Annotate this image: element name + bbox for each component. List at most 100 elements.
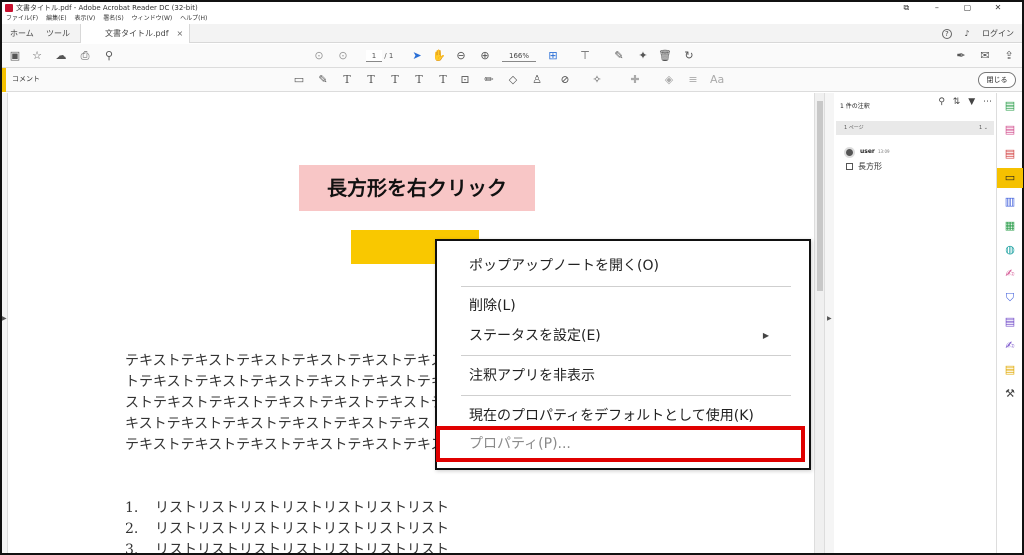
- send-for-signature-icon[interactable]: ✍: [1003, 339, 1017, 353]
- fit-page-icon[interactable]: ⊞: [546, 49, 560, 63]
- replace-text-icon[interactable]: T: [388, 73, 402, 87]
- search-icon[interactable]: ⚲: [102, 49, 116, 63]
- stamp-tool-icon[interactable]: ✦: [636, 49, 650, 63]
- save-icon[interactable]: ▣: [8, 49, 22, 63]
- comment-toolbar: コメント ▭ ✎ T T T T T ⊡ ✏ ◇ ♙ ⊘ ✧ ✚ ◈ ≡ Aa …: [2, 68, 1022, 92]
- select-cursor-icon[interactable]: ➤: [410, 49, 424, 63]
- hand-tool-icon[interactable]: ✋: [432, 49, 446, 63]
- prev-page-icon[interactable]: ⊙: [312, 49, 326, 63]
- highlight-pen-icon[interactable]: ✎: [316, 73, 330, 87]
- comment-tool-icon[interactable]: ▭: [1003, 171, 1017, 185]
- expand-left-icon[interactable]: ▶: [2, 315, 7, 322]
- menu-item-open-popup[interactable]: ポップアップノートを開く(O): [469, 255, 659, 277]
- font-style-icon[interactable]: Aa: [710, 73, 724, 87]
- maximize-button[interactable]: ▢: [953, 2, 981, 14]
- pencil-icon[interactable]: ✏: [482, 73, 496, 87]
- zoom-level-select[interactable]: 166%: [502, 50, 536, 62]
- edit-pdf-icon[interactable]: ▤: [1003, 147, 1017, 161]
- comments-page-count: 1 ⌄: [979, 125, 988, 131]
- print-icon[interactable]: ⎙: [78, 49, 92, 63]
- sign-icon[interactable]: ✒: [954, 49, 968, 63]
- right-panel-toggle[interactable]: ▶: [824, 93, 834, 553]
- paragraph-line: ストテキストテキストテキストテキストテキストテキ: [125, 395, 445, 411]
- bell-icon[interactable]: ♪: [964, 29, 969, 38]
- next-page-icon[interactable]: ⊙: [336, 49, 350, 63]
- prepare-form-icon[interactable]: ▤: [1003, 315, 1017, 329]
- shapes-icon[interactable]: ✧: [590, 73, 604, 87]
- add-text-icon[interactable]: T: [436, 73, 450, 87]
- underline-text-icon[interactable]: T: [340, 73, 354, 87]
- comments-page-label: 1 ページ: [844, 125, 864, 131]
- comments-page-group[interactable]: 1 ページ 1 ⌄: [836, 121, 994, 135]
- combine-files-icon[interactable]: ▥: [1003, 195, 1017, 209]
- menu-item-use-as-default[interactable]: 現在のプロパティをデフォルトとして使用(K): [469, 405, 754, 427]
- tab-home[interactable]: ホーム: [10, 24, 34, 43]
- insert-text-icon[interactable]: T: [412, 73, 426, 87]
- menu-edit[interactable]: 編集(E): [46, 15, 66, 22]
- menu-help[interactable]: ヘルプ(H): [180, 15, 207, 22]
- search-comments-icon[interactable]: ⚲: [938, 97, 945, 107]
- menu-window[interactable]: ウィンドウ(W): [132, 15, 173, 22]
- protect-shield-icon[interactable]: ⛉: [1003, 291, 1017, 305]
- menu-item-delete[interactable]: 削除(L): [469, 295, 516, 317]
- rotate-icon[interactable]: ↻: [682, 49, 696, 63]
- create-pdf-icon[interactable]: ▤: [1003, 123, 1017, 137]
- more-options-icon[interactable]: ⋯: [983, 97, 992, 107]
- delete-icon[interactable]: 🗑: [658, 49, 672, 63]
- close-window-button[interactable]: ✕: [984, 2, 1012, 14]
- help-icon[interactable]: ?: [941, 28, 952, 39]
- menu-file[interactable]: ファイル(F): [6, 15, 38, 22]
- zoom-in-icon[interactable]: ⊕: [478, 49, 492, 63]
- fill-sign-icon[interactable]: ✎: [612, 49, 626, 63]
- sort-icon[interactable]: ⇅: [953, 97, 961, 107]
- eraser-icon[interactable]: ◇: [506, 73, 520, 87]
- document-scrollbar[interactable]: [814, 93, 824, 553]
- more-tools-icon[interactable]: ⚒: [1003, 387, 1017, 401]
- menu-bar: ファイル(F) 編集(E) 表示(V) 署名(S) ウィンドウ(W) ヘルプ(H…: [2, 14, 1022, 24]
- tab-document[interactable]: 文書タイトル.pdf ×: [80, 24, 191, 43]
- cloud-upload-icon[interactable]: ☁: [54, 49, 68, 63]
- window-title: 文書タイトル.pdf - Adobe Acrobat Reader DC (32…: [16, 4, 198, 12]
- comment-checkbox[interactable]: [846, 163, 853, 170]
- export-pdf-icon[interactable]: ▤: [1003, 99, 1017, 113]
- page-number-input[interactable]: 1: [366, 50, 382, 62]
- share-link-icon[interactable]: ⇪: [1002, 49, 1016, 63]
- zoom-out-icon[interactable]: ⊖: [454, 49, 468, 63]
- mail-icon[interactable]: ✉: [978, 49, 992, 63]
- collapse-right-icon[interactable]: ▶: [827, 315, 832, 322]
- fill-color-icon[interactable]: ◈: [662, 73, 676, 87]
- menu-sign[interactable]: 署名(S): [103, 15, 124, 22]
- menu-view[interactable]: 表示(V): [74, 15, 95, 22]
- close-tab-icon[interactable]: ×: [177, 29, 184, 38]
- text-box-icon[interactable]: ⊡: [458, 73, 472, 87]
- fill-and-sign-icon[interactable]: ✍: [1003, 267, 1017, 281]
- tab-tools[interactable]: ツール: [46, 24, 70, 43]
- organize-pages-icon[interactable]: ▦: [1003, 219, 1017, 233]
- comment-author: user: [860, 148, 875, 155]
- send-file-icon[interactable]: ▤: [1003, 363, 1017, 377]
- sticky-note-icon[interactable]: ▭: [292, 73, 306, 87]
- strikethrough-text-icon[interactable]: T: [364, 73, 378, 87]
- attach-icon[interactable]: ⊘: [558, 73, 572, 87]
- scroll-mode-icon[interactable]: ⊤: [578, 49, 592, 63]
- close-comment-button[interactable]: 閉じる: [978, 72, 1016, 88]
- filter-icon[interactable]: ▼: [968, 97, 975, 107]
- window-controls: ⧉ – ▢ ✕: [892, 2, 1012, 14]
- list-text: リストリストリストリストリストリストリスト: [155, 521, 449, 537]
- page-indicator: 1 / 1: [366, 50, 393, 62]
- list-text: リストリストリストリストリストリストリスト: [155, 500, 449, 516]
- minimize-button[interactable]: –: [923, 2, 951, 14]
- line-style-icon[interactable]: ≡: [686, 73, 700, 87]
- document-paragraph: テキストテキストテキストテキストテキストテキスト トテキストテキストテキストテキ…: [125, 351, 445, 456]
- comments-pane-tools: ⚲ ⇅ ▼ ⋯: [933, 97, 992, 107]
- menu-item-set-status[interactable]: ステータスを設定(E): [469, 325, 601, 347]
- stamp-icon[interactable]: ♙: [530, 73, 544, 87]
- bookmark-star-icon[interactable]: ☆: [30, 49, 44, 63]
- scan-ocr-icon[interactable]: ◍: [1003, 243, 1017, 257]
- pin-icon[interactable]: ✚: [628, 73, 642, 87]
- list-text: リストリストリストリストリストリストリスト: [155, 542, 449, 553]
- scrollbar-thumb[interactable]: [817, 101, 823, 291]
- login-button[interactable]: ログイン: [982, 29, 1014, 38]
- restore-icon[interactable]: ⧉: [892, 2, 920, 14]
- menu-item-hide-comment-app[interactable]: 注釈アプリを非表示: [469, 365, 595, 387]
